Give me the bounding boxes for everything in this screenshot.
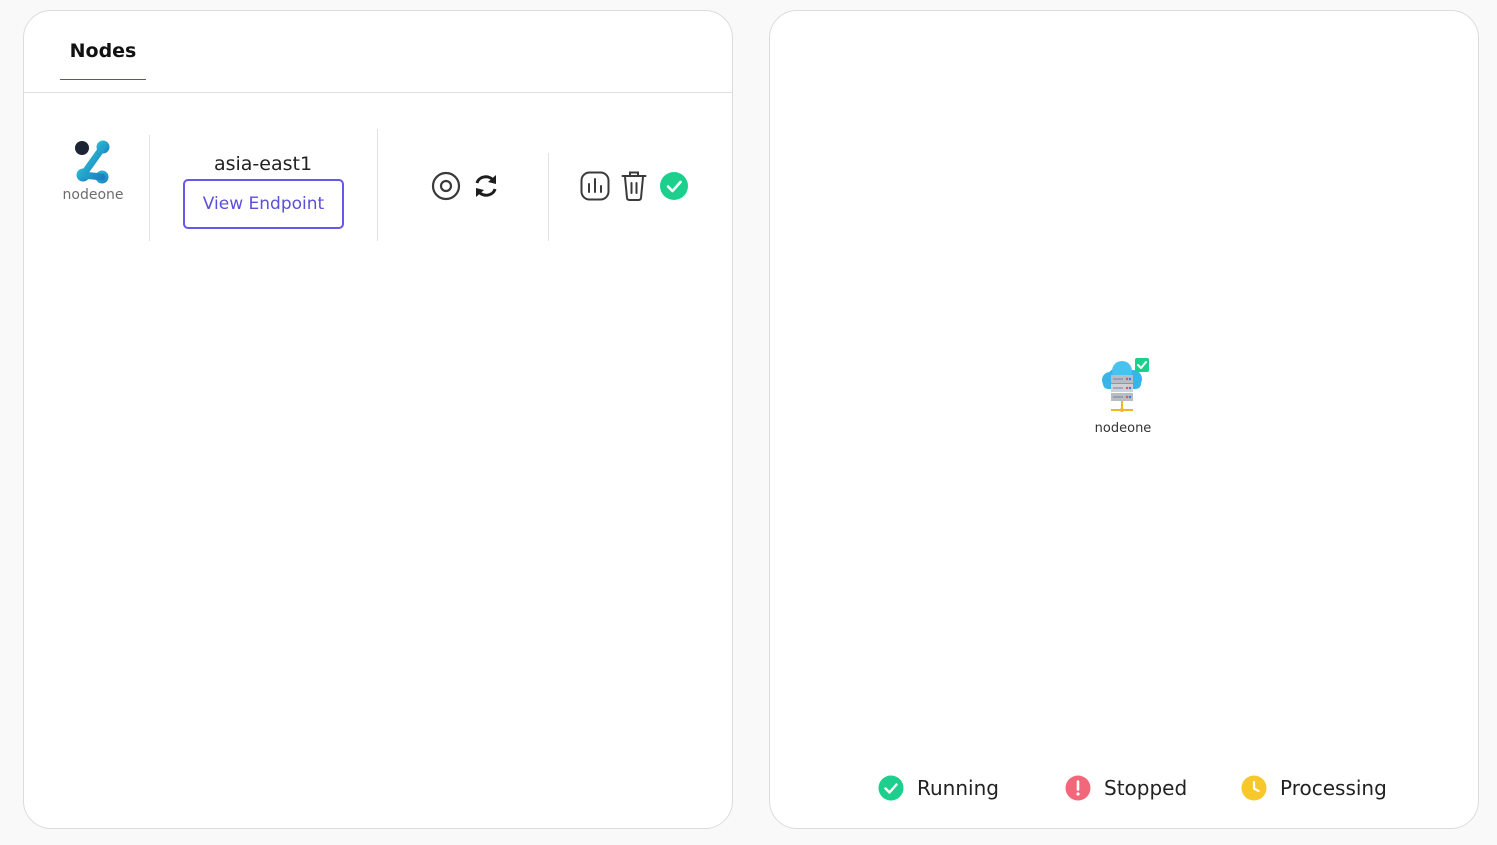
legend-processing: Processing xyxy=(1241,773,1401,805)
divider xyxy=(377,129,378,241)
legend-label: Running xyxy=(917,776,999,800)
delete-button[interactable] xyxy=(621,170,647,202)
tab-bar: Nodes xyxy=(24,11,732,93)
nodeone-logo-icon xyxy=(60,139,126,185)
node-row: nodeone asia-east1 View Endpoint xyxy=(24,93,732,263)
map-node-label: nodeone xyxy=(1094,421,1152,436)
cloud-server-icon xyxy=(1085,355,1161,415)
divider xyxy=(149,135,150,241)
node-region: asia-east1 xyxy=(213,153,313,175)
bar-chart-icon xyxy=(580,171,610,201)
legend-running: Running xyxy=(878,773,1008,805)
nodes-panel: Nodes nodeone asia-east1 View Endpoint xyxy=(23,10,733,829)
status-indicator xyxy=(659,171,689,201)
trash-icon xyxy=(621,170,647,202)
map-node[interactable]: nodeone xyxy=(1085,355,1161,436)
check-circle-icon xyxy=(659,171,689,201)
legend-label: Processing xyxy=(1280,776,1387,800)
metrics-button[interactable] xyxy=(580,171,610,201)
tab-nodes[interactable]: Nodes xyxy=(60,11,146,80)
stop-button[interactable] xyxy=(431,171,461,201)
legend-label: Stopped xyxy=(1104,776,1188,800)
legend-stopped: Stopped xyxy=(1065,773,1205,805)
divider xyxy=(548,153,549,241)
restart-button[interactable] xyxy=(472,171,500,201)
refresh-icon xyxy=(472,171,500,201)
view-endpoint-button[interactable]: View Endpoint xyxy=(183,179,344,229)
stop-icon xyxy=(431,171,461,201)
node-name-label: nodeone xyxy=(62,187,124,203)
node-logo: nodeone xyxy=(60,139,126,219)
